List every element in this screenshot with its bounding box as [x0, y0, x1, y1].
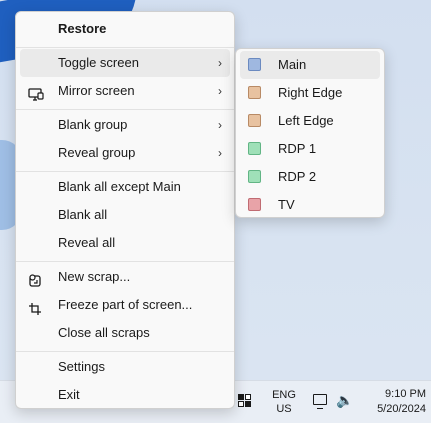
- menu-item-label: Blank all: [58, 207, 108, 222]
- language-code: ENG: [272, 389, 296, 401]
- submenu-item-right-edge[interactable]: Right Edge: [240, 79, 380, 107]
- menu-item-toggle-screen[interactable]: Toggle screen ›: [20, 49, 230, 77]
- menu-separator: [16, 109, 234, 110]
- clock[interactable]: 9:10 PM 5/20/2024: [364, 387, 426, 417]
- menu-item-close-all-scraps[interactable]: Close all scraps: [20, 319, 230, 347]
- menu-item-settings[interactable]: Settings: [20, 353, 230, 381]
- menu-item-label: Reveal group: [58, 145, 136, 160]
- menu-item-label: Exit: [58, 387, 80, 402]
- menu-item-blank-group[interactable]: Blank group ›: [20, 111, 230, 139]
- color-swatch: [248, 170, 261, 183]
- chevron-right-icon: ›: [218, 146, 222, 160]
- color-swatch: [248, 198, 261, 211]
- submenu-item-label: RDP 2: [278, 169, 317, 184]
- chevron-right-icon: ›: [218, 56, 222, 70]
- language-indicator[interactable]: ENG US: [262, 388, 306, 416]
- scrap-icon: [28, 270, 44, 287]
- menu-item-freeze-part-of-screen[interactable]: Freeze part of screen...: [20, 291, 230, 319]
- clock-time: 9:10 PM: [385, 388, 426, 400]
- menu-item-label: Blank group: [58, 117, 128, 132]
- menu-separator: [16, 171, 234, 172]
- clock-date: 5/20/2024: [377, 403, 426, 415]
- submenu-item-rdp-1[interactable]: RDP 1: [240, 135, 380, 163]
- context-menu: Restore Toggle screen › Mirror screen › …: [15, 11, 235, 409]
- monitor-icon: [28, 84, 44, 101]
- menu-separator: [16, 351, 234, 352]
- color-swatch: [248, 114, 261, 127]
- submenu-item-label: Left Edge: [278, 113, 334, 128]
- desktop: ENG US 🔈 9:10 PM 5/20/2024 Restore Toggl…: [0, 0, 431, 423]
- menu-item-reveal-all[interactable]: Reveal all: [20, 229, 230, 257]
- menu-item-restore[interactable]: Restore: [20, 15, 230, 43]
- color-swatch: [248, 142, 261, 155]
- menu-item-label: Close all scraps: [58, 325, 150, 340]
- toggle-screen-submenu: Main Right Edge Left Edge RDP 1 RDP 2 TV: [235, 48, 385, 218]
- menu-item-label: Settings: [58, 359, 105, 374]
- submenu-item-main[interactable]: Main: [240, 51, 380, 79]
- menu-item-label: Freeze part of screen...: [58, 297, 193, 312]
- menu-item-label: Reveal all: [58, 235, 116, 250]
- menu-item-exit[interactable]: Exit: [20, 381, 230, 409]
- language-region: US: [276, 403, 292, 415]
- menu-separator: [16, 261, 234, 262]
- chevron-right-icon: ›: [218, 118, 222, 132]
- submenu-item-left-edge[interactable]: Left Edge: [240, 107, 380, 135]
- menu-item-blank-all[interactable]: Blank all: [20, 201, 230, 229]
- menu-separator: [16, 47, 234, 48]
- menu-item-reveal-group[interactable]: Reveal group ›: [20, 139, 230, 167]
- submenu-item-label: RDP 1: [278, 141, 317, 156]
- submenu-item-label: Main: [278, 57, 307, 72]
- menu-item-label: Toggle screen: [58, 55, 139, 70]
- submenu-item-label: TV: [278, 197, 295, 212]
- crop-icon: [28, 298, 44, 315]
- menu-item-new-scrap[interactable]: New scrap...: [20, 263, 230, 291]
- menu-item-blank-all-except-main[interactable]: Blank all except Main: [20, 173, 230, 201]
- menu-item-label: Blank all except Main: [58, 179, 181, 194]
- submenu-item-rdp-2[interactable]: RDP 2: [240, 163, 380, 191]
- menu-item-mirror-screen[interactable]: Mirror screen ›: [20, 77, 230, 105]
- speaker-icon[interactable]: 🔈: [336, 391, 353, 409]
- submenu-item-label: Right Edge: [278, 85, 343, 100]
- color-swatch: [248, 86, 261, 99]
- tray-app-icon[interactable]: [238, 394, 251, 407]
- menu-item-label: New scrap...: [58, 269, 131, 284]
- chevron-right-icon: ›: [218, 84, 222, 98]
- menu-item-label: Mirror screen: [58, 83, 135, 98]
- submenu-item-tv[interactable]: TV: [240, 191, 380, 219]
- network-monitor-icon[interactable]: [313, 394, 327, 409]
- color-swatch: [248, 58, 261, 71]
- menu-item-label: Restore: [58, 21, 107, 36]
